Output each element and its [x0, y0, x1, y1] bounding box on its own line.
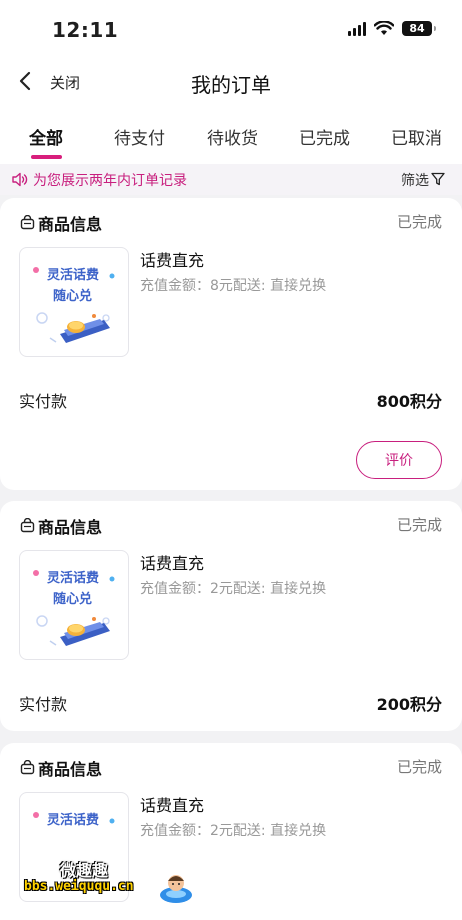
- status-bar: 12:11 84: [0, 0, 462, 58]
- section-title: 商品信息: [38, 215, 103, 234]
- watermark-url: bbs.weiququ.cn: [24, 879, 134, 894]
- coin-phone-illustration: [33, 570, 115, 646]
- nav-bar: 关闭 我的订单: [0, 58, 462, 106]
- notice-bar: 为您展示两年内订单记录 筛选: [0, 164, 462, 195]
- filter-funnel-icon[interactable]: [431, 172, 445, 186]
- mascot-icon: [160, 875, 192, 903]
- status-icons: 84: [348, 21, 436, 36]
- tab-completed[interactable]: 已完成: [299, 124, 350, 149]
- review-button[interactable]: 评价: [356, 441, 442, 479]
- paid-value: 800积分: [376, 392, 442, 411]
- order-tabs: 全部 待支付 待收货 已完成 已取消: [0, 106, 462, 164]
- paid-label: 实付款: [19, 695, 68, 714]
- tab-pending-receipt[interactable]: 待收货: [207, 124, 258, 149]
- shopping-bag-icon: [20, 518, 35, 533]
- section-title: 商品信息: [38, 760, 103, 779]
- order-status: 已完成: [396, 516, 442, 534]
- watermark-title: 微趣趣: [60, 861, 109, 880]
- product-name: 话费直充: [140, 554, 205, 573]
- filter-button[interactable]: 筛选: [401, 170, 429, 190]
- section-title: 商品信息: [38, 518, 103, 537]
- tab-cancelled[interactable]: 已取消: [391, 124, 442, 149]
- tab-active-indicator: [31, 155, 62, 159]
- product-name: 话费直充: [140, 251, 205, 270]
- product-detail: 充值金额：2元配送: 直接兑换: [140, 581, 327, 597]
- order-card[interactable]: 商品信息 已完成 灵活话费 随心兑 话费直充 充值金额：8元配送: 直接兑换 实…: [0, 198, 462, 490]
- product-detail: 充值金额：2元配送: 直接兑换: [140, 823, 327, 839]
- product-thumbnail[interactable]: 灵活话费 随心兑: [19, 550, 129, 660]
- speaker-icon: [12, 172, 28, 187]
- signal-icon: [348, 21, 366, 36]
- status-time: 12:11: [52, 18, 119, 42]
- order-status: 已完成: [396, 213, 442, 231]
- product-name: 话费直充: [140, 796, 205, 815]
- order-card[interactable]: 商品信息 已完成 灵活话费 随心兑 话费直充 充值金额：2元配送: 直接兑换 实…: [0, 501, 462, 731]
- coin-phone-illustration: [33, 267, 115, 343]
- shopping-bag-icon: [20, 760, 35, 775]
- watermark: 微趣趣 bbs.weiququ.cn: [24, 857, 204, 909]
- paid-label: 实付款: [19, 392, 68, 411]
- tab-pending-payment[interactable]: 待支付: [114, 124, 165, 149]
- notice-text: 为您展示两年内订单记录: [33, 173, 187, 189]
- shopping-bag-icon: [20, 215, 35, 230]
- battery-icon: 84: [402, 21, 436, 36]
- paid-value: 200积分: [376, 695, 442, 714]
- wifi-icon: [374, 21, 394, 35]
- product-thumbnail[interactable]: 灵活话费 随心兑: [19, 247, 129, 357]
- page-title: 我的订单: [191, 73, 271, 97]
- tab-all[interactable]: 全部: [29, 124, 63, 149]
- order-status: 已完成: [396, 758, 442, 776]
- product-detail: 充值金额：8元配送: 直接兑换: [140, 278, 327, 294]
